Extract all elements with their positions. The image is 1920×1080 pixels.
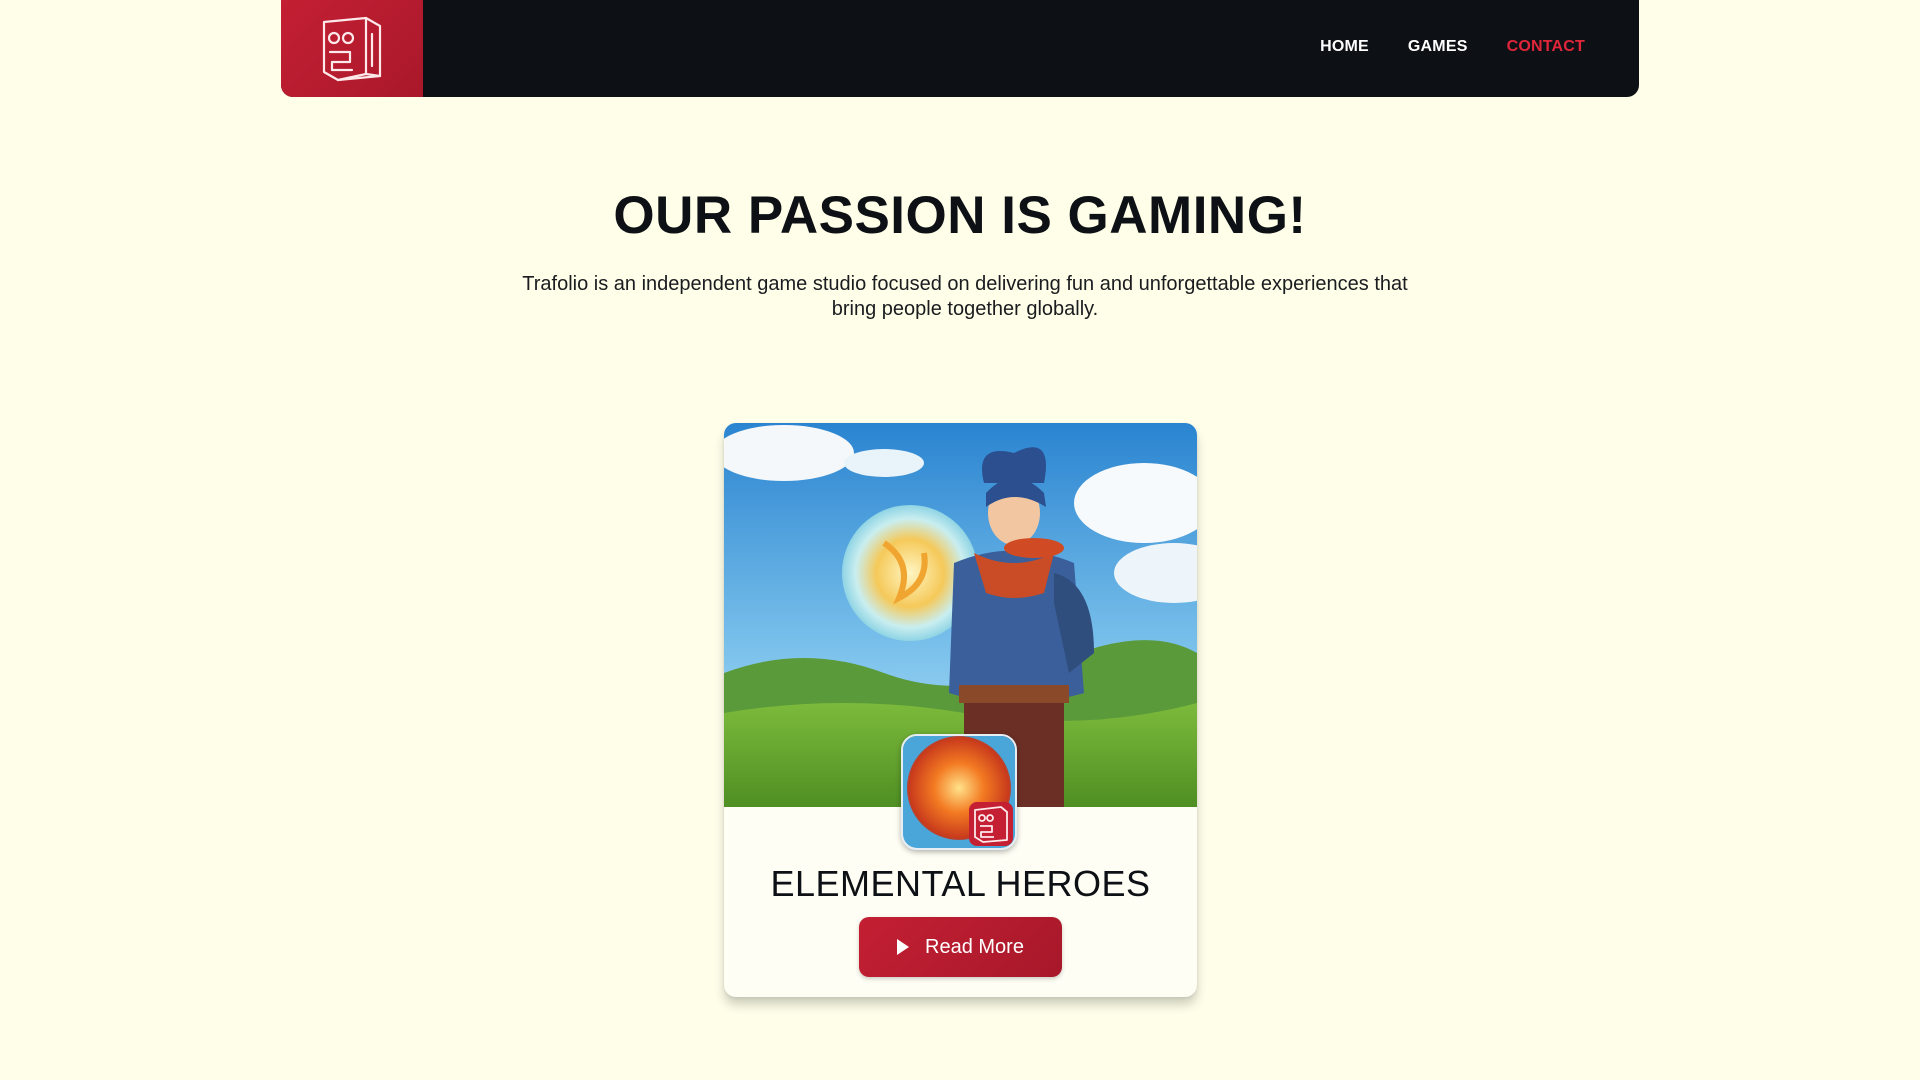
logo[interactable]	[281, 0, 423, 97]
nav-links: HOME GAMES CONTACT	[1320, 0, 1585, 94]
hero-title: OUR PASSION IS GAMING!	[613, 186, 1307, 245]
hero-description: Trafolio is an independent game studio f…	[522, 273, 1408, 320]
game-title: ELEMENTAL HEROES	[770, 863, 1151, 904]
read-more-label: Read More	[925, 935, 1024, 958]
elemental-heroes-app-icon	[903, 736, 1015, 848]
game-card: ELEMENTAL HEROES Read More	[724, 423, 1197, 997]
top-navbar: HOME GAMES CONTACT	[281, 0, 1639, 97]
read-more-button[interactable]: Read More	[859, 917, 1062, 977]
play-icon	[897, 939, 910, 955]
nav-games-link[interactable]: GAMES	[1408, 38, 1468, 56]
nav-home-link[interactable]: HOME	[1320, 38, 1369, 56]
trafolio-logo-icon	[322, 16, 382, 81]
game-app-icon[interactable]	[901, 734, 1017, 850]
nav-contact-link[interactable]: CONTACT	[1507, 38, 1585, 56]
